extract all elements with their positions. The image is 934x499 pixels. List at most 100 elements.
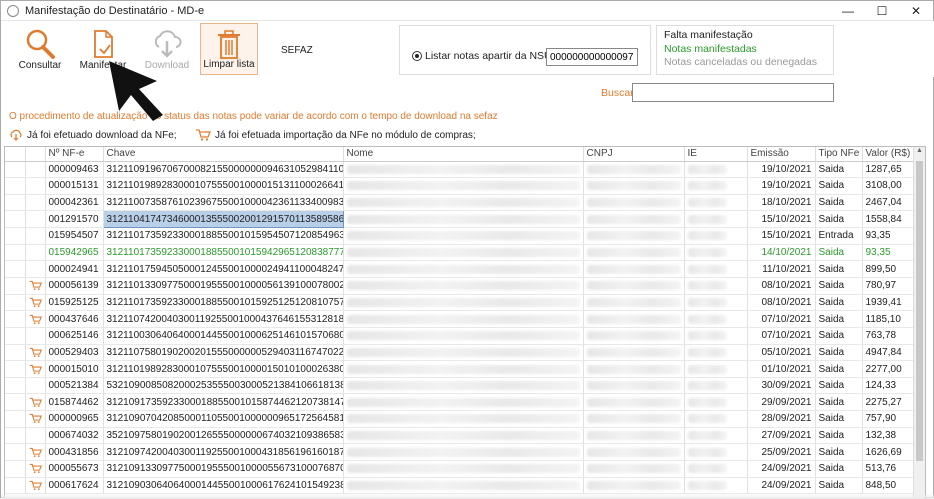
- table-row[interactable]: 000431856 3121097420040300119255001000431…: [5, 443, 914, 462]
- cell-chave: 3121107420040300119255001000437646155312…: [103, 310, 344, 328]
- window-controls: — ☐ ✕: [831, 1, 933, 21]
- cell-chave: 3121101735923300018855001015954507120854…: [103, 227, 344, 245]
- cell-ie: [684, 210, 748, 229]
- header-emissao[interactable]: Emissão: [747, 147, 816, 162]
- mouse-pointer-icon: [109, 61, 163, 121]
- cell-tipo: Saida: [815, 310, 863, 328]
- redacted-ie: [687, 464, 727, 474]
- bottom-shadow: [1, 493, 934, 499]
- header-chave[interactable]: Chave: [103, 147, 344, 162]
- redacted-nome: [346, 181, 580, 191]
- info-importacao: Já foi efetuada importação da NFe no mód…: [195, 129, 476, 141]
- cell-tipo: Saida: [815, 210, 863, 229]
- magnifier-icon: [26, 29, 55, 59]
- cell-emissao: 24/09/2021: [747, 460, 816, 478]
- cell-chave: 3121091330977500019555001000055673100076…: [103, 460, 344, 478]
- cell-emissao: 05/10/2021: [747, 344, 816, 362]
- row-selector: [5, 377, 26, 395]
- info-download-text: Já foi efetuado download da NFe;: [27, 129, 177, 141]
- legend-canceladas: Notas canceladas ou denegadas: [664, 56, 817, 68]
- header-valor[interactable]: Valor (R$): [862, 147, 914, 162]
- cell-cnpj: [583, 277, 685, 295]
- cell-nome: [343, 360, 584, 378]
- header-tipo[interactable]: Tipo NFe: [815, 147, 863, 162]
- table-row[interactable]: 000009463 3121109196706700082155000000094…: [5, 161, 914, 179]
- cell-cnpj: [583, 260, 685, 278]
- row-status-icon: [25, 294, 46, 312]
- cell-tipo: Saida: [815, 327, 863, 345]
- table-row[interactable]: 000617624 3121090306406400014455001000617…: [5, 477, 914, 495]
- table-row[interactable]: 000015131 3121101989283000107555001000015…: [5, 177, 914, 195]
- cell-chave: 3121097420040300119255001000431856196160…: [103, 443, 344, 462]
- row-status-icon: [25, 393, 46, 412]
- header-ie[interactable]: IE: [684, 147, 748, 162]
- redacted-ie: [687, 281, 727, 291]
- scroll-up-icon[interactable]: ▲: [914, 147, 925, 159]
- row-selector: [5, 393, 26, 412]
- table-row[interactable]: 000024941 3121101759450500012455001000024…: [5, 260, 914, 278]
- row-selector: [5, 327, 26, 345]
- table-row[interactable]: 000521384 5321090085082000253555003000521…: [5, 377, 914, 395]
- vertical-scrollbar[interactable]: ▲: [913, 147, 925, 498]
- row-status-icon: [25, 310, 46, 328]
- redacted-nome: [346, 281, 580, 291]
- minimize-button[interactable]: —: [831, 1, 865, 21]
- limpar-lista-button[interactable]: Limpar lista: [200, 23, 258, 75]
- cell-nome: [343, 161, 584, 179]
- redacted-cnpj: [586, 464, 681, 474]
- table-row[interactable]: 000042361 3121100735876102396755001000042…: [5, 194, 914, 212]
- table-row[interactable]: 015925125 3121101735923300018855001015925…: [5, 294, 914, 312]
- nsu-label: Listar notas apartir da NSU: [425, 50, 552, 62]
- cell-cnpj: [583, 377, 685, 395]
- nsu-input[interactable]: [546, 48, 638, 66]
- redacted-cnpj: [586, 480, 681, 490]
- table-row[interactable]: 000055673 3121091330977500019555001000055…: [5, 460, 914, 478]
- table-row[interactable]: 015874462 3121091735923300018855001015874…: [5, 393, 914, 412]
- cell-emissao: 19/10/2021: [747, 177, 816, 195]
- cell-emissao: 24/09/2021: [747, 477, 816, 495]
- close-button[interactable]: ✕: [899, 1, 933, 21]
- cell-cnpj: [583, 393, 685, 412]
- table-row[interactable]: 000056139 3121101330977500019555001000056…: [5, 277, 914, 295]
- row-status-icon: [25, 410, 46, 428]
- redacted-nome: [346, 264, 580, 274]
- table-row[interactable]: 015954507 3121101735923300018855001015954…: [5, 227, 914, 245]
- table-row[interactable]: 000015010 3121101989283000107555001000015…: [5, 360, 914, 378]
- row-selector: [5, 294, 26, 312]
- legend-falta: Falta manifestação: [664, 29, 753, 41]
- nsu-panel: Listar notas apartir da NSU: [399, 25, 651, 75]
- row-status-icon: [25, 427, 46, 445]
- table-row[interactable]: 001291570 3121104174734600013555002001291…: [5, 210, 914, 229]
- table-row[interactable]: 000437646 3121107420040300119255001000437…: [5, 310, 914, 328]
- cart-icon: [29, 463, 42, 474]
- cell-cnpj: [583, 177, 685, 195]
- table-row[interactable]: 000000965 3121090704208500011055001000000…: [5, 410, 914, 428]
- header-cnpj[interactable]: CNPJ: [583, 147, 685, 162]
- nsu-radio[interactable]: Listar notas apartir da NSU: [412, 50, 552, 62]
- maximize-button[interactable]: ☐: [865, 1, 899, 21]
- header-nome[interactable]: Nome: [343, 147, 584, 162]
- cell-ie: [684, 377, 748, 395]
- cell-valor: 1939,41: [862, 294, 914, 312]
- search-input[interactable]: [632, 83, 834, 102]
- redacted-ie: [687, 447, 727, 457]
- redacted-cnpj: [586, 347, 681, 357]
- cell-emissao: 01/10/2021: [747, 360, 816, 378]
- cell-cnpj: [583, 410, 685, 428]
- notes-table-body: 000009463 3121109196706700082155000000094…: [5, 161, 914, 495]
- consultar-button[interactable]: Consultar: [11, 23, 69, 75]
- cell-valor: 3108,00: [862, 177, 914, 195]
- row-selector: [5, 344, 26, 362]
- cell-nome: [343, 477, 584, 495]
- table-row[interactable]: 000674032 3521097580190200126555000000674…: [5, 427, 914, 445]
- header-nf[interactable]: Nº NF-e: [45, 147, 104, 162]
- table-row[interactable]: 000529403 3121107580190200201555000000529…: [5, 344, 914, 362]
- scroll-thumb[interactable]: [916, 161, 923, 461]
- row-status-icon: [25, 161, 46, 179]
- cell-emissao: 30/09/2021: [747, 377, 816, 395]
- cell-valor: 93,35: [862, 227, 914, 245]
- cell-cnpj: [583, 310, 685, 328]
- table-row[interactable]: 000625146 3121100306406400014455001000625…: [5, 327, 914, 345]
- cell-nf: 000617624: [45, 477, 104, 495]
- table-row[interactable]: 015942965 3121101735923300018855001015942…: [5, 244, 914, 262]
